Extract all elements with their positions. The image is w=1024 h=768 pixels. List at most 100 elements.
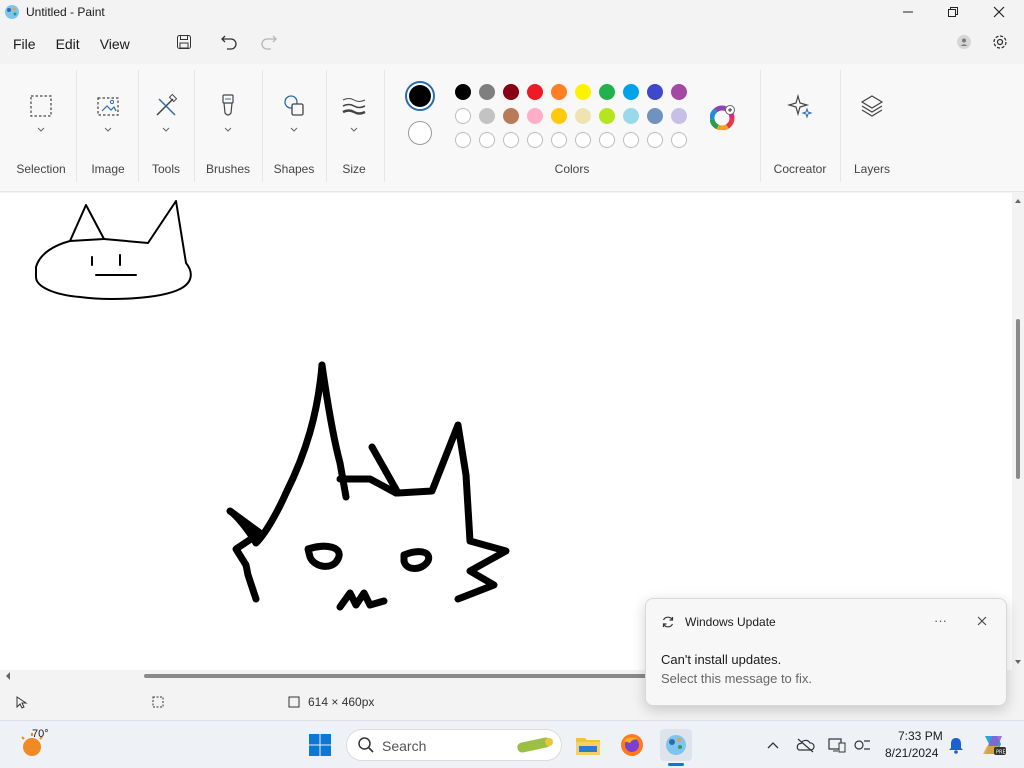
scroll-left-icon[interactable] [3,670,13,682]
restore-button[interactable] [930,0,976,24]
palette-color-swatch[interactable] [647,84,663,100]
taskbar-search[interactable]: Search [346,729,562,761]
canvas-size-icon [288,696,300,708]
canvas-size-text: 614 × 460px [308,695,375,709]
undo-button[interactable] [215,28,243,56]
redo-button[interactable] [255,28,283,56]
paint-taskbar-button[interactable] [660,729,692,761]
chevron-up-icon[interactable] [766,740,780,750]
svg-text:PRE: PRE [996,750,1006,756]
custom-color-slot[interactable] [479,132,495,148]
layers-group[interactable]: Layers [844,64,900,192]
start-button[interactable] [304,729,336,761]
close-window-button[interactable] [976,0,1022,24]
copilot-icon[interactable]: PRE [980,732,1006,758]
menu-file[interactable]: File [3,30,46,58]
palette-color-swatch[interactable] [455,84,471,100]
palette-color-swatch[interactable] [527,84,543,100]
palette-color-swatch[interactable] [599,84,615,100]
palette-color-swatch[interactable] [479,84,495,100]
gear-icon [993,35,1007,49]
brush-icon [214,92,242,120]
chevron-down-icon [162,127,170,132]
palette-color-swatch[interactable] [551,108,567,124]
scroll-down-icon[interactable] [1013,657,1024,667]
edit-colors-button[interactable] [709,104,736,131]
window-title: Untitled - Paint [26,5,105,19]
image-group[interactable]: Image [80,64,136,192]
selection-group[interactable]: Selection [8,64,74,192]
custom-color-slot[interactable] [599,132,615,148]
layers-label: Layers [853,162,891,176]
palette-color-swatch[interactable] [623,108,639,124]
scroll-up-icon[interactable] [1013,196,1024,206]
palette-color-swatch[interactable] [671,108,687,124]
tools-icon [152,92,180,120]
chevron-down-icon [37,127,45,132]
vertical-scrollbar[interactable] [1012,193,1024,670]
search-highlight-icon [517,737,553,753]
account-button[interactable] [950,28,978,56]
onedrive-offline-icon[interactable] [795,737,815,753]
paint-app-icon [5,5,19,19]
custom-color-slot[interactable] [623,132,639,148]
save-button[interactable] [170,28,198,56]
primary-color-swatch[interactable] [405,81,435,111]
custom-color-slot[interactable] [647,132,663,148]
firefox-button[interactable] [616,729,648,761]
palette-color-swatch[interactable] [455,108,471,124]
menu-view[interactable]: View [90,30,140,58]
network-icon[interactable] [853,737,871,753]
weather-temperature: 70° [32,728,49,740]
file-explorer-button[interactable] [572,729,604,761]
clock-date[interactable]: 8/21/2024 [885,746,938,760]
close-icon[interactable] [976,615,988,627]
custom-color-slot[interactable] [575,132,591,148]
custom-color-slot[interactable] [527,132,543,148]
selection-label: Selection [16,162,66,176]
secondary-color-swatch[interactable] [408,121,432,145]
notification-message: Can't install updates. [661,652,782,667]
custom-color-slot[interactable] [455,132,471,148]
shapes-group[interactable]: Shapes [266,64,322,192]
palette-color-swatch[interactable] [671,84,687,100]
pointer-position-icon [16,696,28,709]
custom-color-slot[interactable] [671,132,687,148]
palette-color-swatch[interactable] [503,108,519,124]
tools-group[interactable]: Tools [142,64,190,192]
cocreator-group[interactable]: Cocreator [764,64,836,192]
menu-bar: File Edit View [0,24,1024,64]
chevron-down-icon [224,127,232,132]
windows-update-notification[interactable]: Windows Update ··· Can't install updates… [645,598,1007,706]
custom-color-slot[interactable] [503,132,519,148]
vertical-scroll-thumb[interactable] [1016,319,1020,479]
palette-color-swatch[interactable] [623,84,639,100]
palette-color-swatch[interactable] [551,84,567,100]
minimize-icon [903,11,913,13]
palette-color-swatch[interactable] [599,108,615,124]
undo-icon [221,35,237,50]
minimize-button[interactable] [885,0,931,24]
notification-subtext: Select this message to fix. [661,671,813,686]
palette-color-swatch[interactable] [575,108,591,124]
display-icon[interactable] [828,737,846,753]
colors-label: Colors [554,162,590,176]
selection-size-icon [152,696,164,708]
image-icon [94,92,122,120]
brushes-group[interactable]: Brushes [198,64,258,192]
menu-edit[interactable]: Edit [46,30,90,58]
notification-bell-icon[interactable] [948,736,964,754]
folder-icon [576,738,600,755]
palette-color-swatch[interactable] [503,84,519,100]
more-options-button[interactable]: ··· [934,613,947,628]
settings-button[interactable] [986,28,1014,56]
clock-time[interactable]: 7:33 PM [898,729,943,743]
paint-icon [666,735,686,755]
palette-color-swatch[interactable] [647,108,663,124]
palette-color-swatch[interactable] [479,108,495,124]
palette-color-swatch[interactable] [575,84,591,100]
custom-color-slot[interactable] [551,132,567,148]
palette-color-swatch[interactable] [527,108,543,124]
size-group[interactable]: Size [330,64,378,192]
chevron-down-icon [290,127,298,132]
